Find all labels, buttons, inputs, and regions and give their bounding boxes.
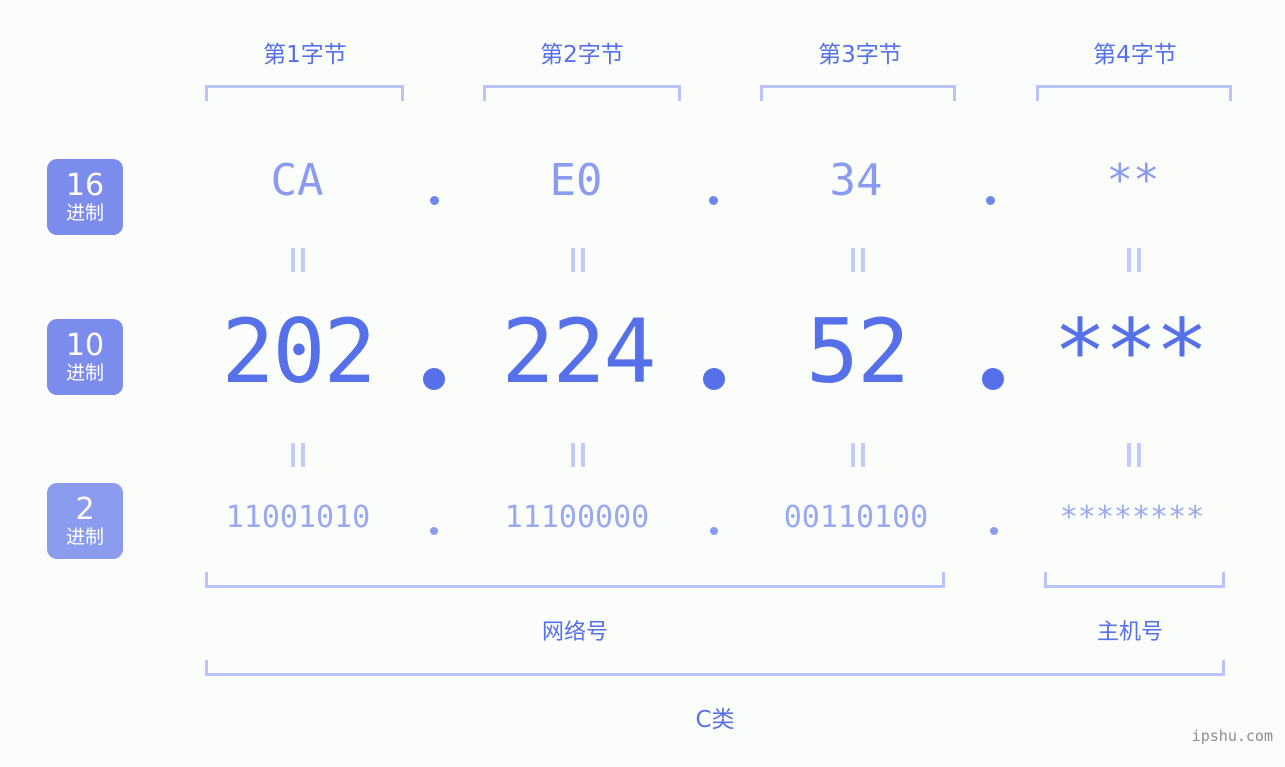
hex-byte-4: ** [1106,155,1160,206]
base-badge-dec-unit: 进制 [65,362,104,384]
equals-sign-dec-bin-1 [291,443,305,467]
byte-bracket-1 [205,85,404,101]
network-portion-bracket [205,572,945,588]
host-portion-label: 主机号 [1096,620,1163,645]
byte-header-1: 第1字节 [263,42,347,68]
ip-address-breakdown-diagram: 第1字节 第2字节 第3字节 第4字节 16 进制 10 进制 2 进制 CA … [0,0,1285,767]
ip-class-bracket [205,660,1225,676]
decimal-byte-1: 202 [221,300,377,403]
watermark: ipshu.com [1191,727,1273,745]
byte-header-4: 第4字节 [1093,42,1177,68]
equals-sign-hex-dec-1 [291,248,305,272]
base-badge-bin-number: 2 [75,492,95,527]
binary-dot-2 [710,527,718,535]
hex-dot-3 [986,196,995,205]
host-portion-bracket [1044,572,1225,588]
byte-bracket-2 [483,85,681,101]
decimal-byte-3: 52 [806,300,910,403]
equals-sign-dec-bin-3 [851,443,865,467]
binary-byte-2: 11100000 [504,500,650,535]
decimal-byte-4: *** [1053,300,1209,403]
decimal-dot-2 [703,368,725,390]
hex-dot-1 [430,196,439,205]
equals-sign-hex-dec-4 [1127,248,1141,272]
decimal-dot-3 [982,368,1004,390]
binary-byte-1: 11001010 [225,500,371,535]
base-badge-hex-unit: 进制 [65,202,104,224]
network-portion-label: 网络号 [541,620,608,645]
binary-byte-4-value: ******** [1059,500,1205,535]
binary-dot-1 [430,527,438,535]
byte-header-3: 第3字节 [818,42,902,68]
base-badge-bin: 2 进制 [47,483,123,559]
binary-dot-3 [990,527,998,535]
base-badge-dec: 10 进制 [47,319,123,395]
base-badge-hex: 16 进制 [47,159,123,235]
base-badge-hex-number: 16 [65,168,105,203]
equals-sign-hex-dec-3 [851,248,865,272]
ip-class-label: C类 [695,707,735,733]
equals-sign-hex-dec-2 [571,248,585,272]
base-badge-dec-number: 10 [65,328,105,363]
hex-dot-2 [709,196,718,205]
hex-byte-2: E0 [549,155,603,206]
binary-byte-3: 00110100 [783,500,929,535]
byte-bracket-4 [1036,85,1232,101]
decimal-dot-1 [423,368,445,390]
hex-byte-1: CA [270,155,324,206]
byte-header-2: 第2字节 [540,42,624,68]
equals-sign-dec-bin-4 [1127,443,1141,467]
hex-byte-3: 34 [829,155,883,206]
binary-byte-4: ******** [1022,500,1242,535]
decimal-byte-2: 224 [501,300,657,403]
base-badge-bin-unit: 进制 [65,526,104,548]
equals-sign-dec-bin-2 [571,443,585,467]
byte-bracket-3 [760,85,956,101]
